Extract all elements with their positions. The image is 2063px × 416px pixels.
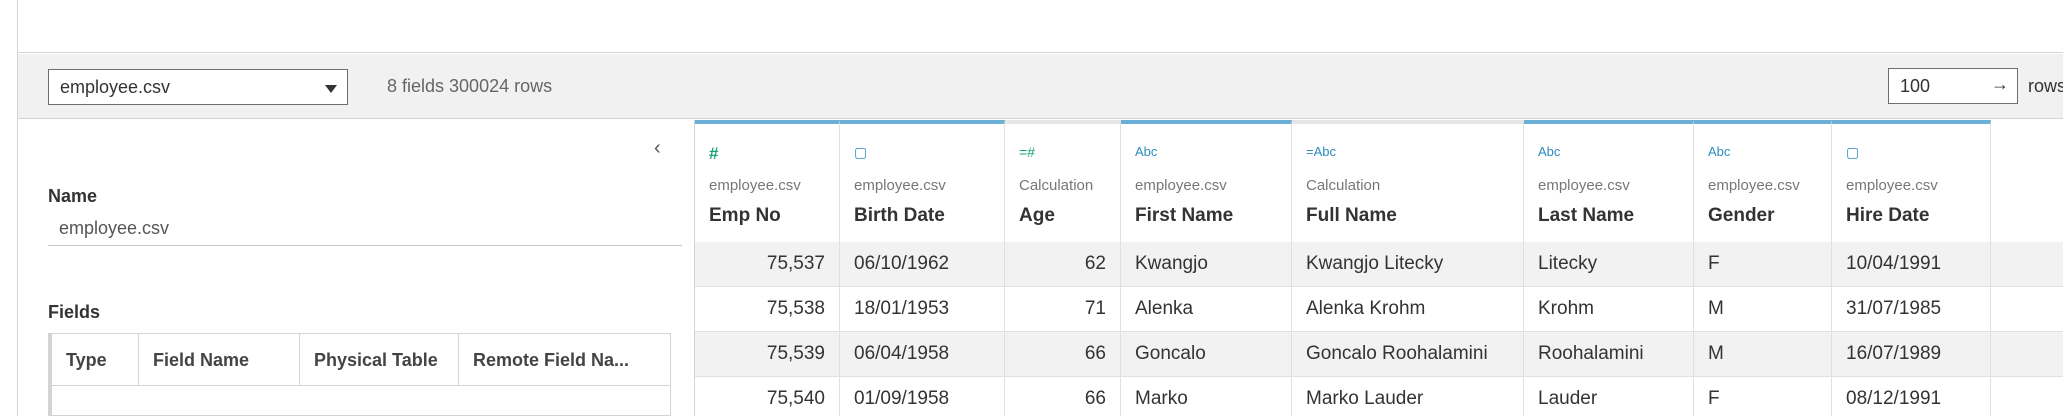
table-cell[interactable]: Kwangjo Litecky xyxy=(1292,242,1524,287)
column-source: employee.csv xyxy=(1538,177,1630,194)
column-source: employee.csv xyxy=(709,177,801,194)
row-filler xyxy=(1991,377,2063,416)
data-grid: # employee.csv Emp No ▢ employee.csv Birth Da… xyxy=(695,120,2063,416)
table-cell[interactable]: 08/12/1991 xyxy=(1832,377,1991,416)
column-source: Calculation xyxy=(1019,177,1094,194)
fields-table: Type Field Name Physical Table Remote Fi… xyxy=(48,333,671,416)
table-cell[interactable]: 01/09/1958 xyxy=(840,377,1005,416)
column-header-hire-date[interactable]: ▢ employee.csv Hire Date xyxy=(1832,120,1991,242)
string-icon[interactable]: Abc xyxy=(1538,144,1560,162)
table-row: 75,540 01/09/1958 66 Marko Marko Lauder Laude… xyxy=(695,377,2063,416)
fields-col-physical-table[interactable]: Physical Table xyxy=(300,334,459,385)
table-cell[interactable]: Goncalo xyxy=(1121,332,1292,377)
table-cell[interactable]: 75,537 xyxy=(695,242,840,287)
table-cell[interactable]: M xyxy=(1694,332,1832,377)
metadata-panel: ‹ Name employee.csv Fields Type Field Na… xyxy=(18,120,695,416)
data-grid-header: # employee.csv Emp No ▢ employee.csv Birth Da… xyxy=(695,120,1991,242)
arrow-right-icon[interactable]: → xyxy=(1991,74,2009,95)
table-cell[interactable]: F xyxy=(1694,377,1832,416)
table-cell[interactable]: 75,540 xyxy=(695,377,840,416)
table-cell[interactable]: M xyxy=(1694,287,1832,332)
row-filler xyxy=(1991,242,2063,287)
fields-table-header: Type Field Name Physical Table Remote Fi… xyxy=(52,334,670,386)
table-cell[interactable]: 18/01/1953 xyxy=(840,287,1005,332)
data-source-toolbar: employee.csv 8 fields 300024 rows 100 → … xyxy=(18,54,2063,119)
fields-rows-summary: 8 fields 300024 rows xyxy=(387,76,553,96)
table-cell[interactable]: Litecky xyxy=(1524,242,1694,287)
column-header-full-name[interactable]: =Abc Calculation Full Name xyxy=(1292,120,1524,242)
name-field[interactable]: employee.csv xyxy=(48,214,682,246)
calculated-string-icon[interactable]: =Abc xyxy=(1306,144,1336,162)
column-name[interactable]: Hire Date xyxy=(1846,205,1929,227)
table-cell[interactable]: 62 xyxy=(1005,242,1121,287)
data-source-select[interactable]: employee.csv xyxy=(48,69,348,105)
fields-col-remote-field-name[interactable]: Remote Field Na... xyxy=(459,334,659,385)
caret-down-icon xyxy=(325,85,337,93)
column-name[interactable]: Full Name xyxy=(1306,205,1397,227)
column-header-gender[interactable]: Abc employee.csv Gender xyxy=(1694,120,1832,242)
column-header-birth-date[interactable]: ▢ employee.csv Birth Date xyxy=(840,120,1005,242)
column-name[interactable]: Last Name xyxy=(1538,205,1634,227)
table-cell[interactable]: 16/07/1989 xyxy=(1832,332,1991,377)
collapse-panel-icon[interactable]: ‹ xyxy=(654,137,661,160)
table-cell[interactable]: 71 xyxy=(1005,287,1121,332)
table-cell[interactable]: Goncalo Roohalamini xyxy=(1292,332,1524,377)
column-name[interactable]: Emp No xyxy=(709,205,781,227)
table-cell[interactable]: 66 xyxy=(1005,377,1121,416)
table-cell[interactable]: Alenka xyxy=(1121,287,1292,332)
column-name[interactable]: Gender xyxy=(1708,205,1775,227)
fields-label: Fields xyxy=(48,302,101,322)
table-cell[interactable]: 75,538 xyxy=(695,287,840,332)
column-name[interactable]: Birth Date xyxy=(854,205,945,227)
row-filler xyxy=(1991,287,2063,332)
row-filler xyxy=(1991,332,2063,377)
table-cell[interactable]: Roohalamini xyxy=(1524,332,1694,377)
string-icon[interactable]: Abc xyxy=(1708,144,1730,162)
date-icon[interactable]: ▢ xyxy=(854,144,867,162)
top-area xyxy=(18,0,2063,53)
column-header-last-name[interactable]: Abc employee.csv Last Name xyxy=(1524,120,1694,242)
fields-col-field-name[interactable]: Field Name xyxy=(139,334,300,385)
table-cell[interactable]: 31/07/1985 xyxy=(1832,287,1991,332)
column-name[interactable]: Age xyxy=(1019,205,1055,227)
table-cell[interactable]: Alenka Krohm xyxy=(1292,287,1524,332)
table-row: 75,538 18/01/1953 71 Alenka Alenka Krohm Kroh… xyxy=(695,287,2063,332)
table-cell[interactable]: 75,539 xyxy=(695,332,840,377)
column-header-first-name[interactable]: Abc employee.csv First Name xyxy=(1121,120,1292,242)
column-source: employee.csv xyxy=(1135,177,1227,194)
number-icon[interactable]: # xyxy=(709,144,718,163)
column-source: employee.csv xyxy=(854,177,946,194)
rows-count-value: 100 xyxy=(1900,76,1931,96)
column-source: employee.csv xyxy=(1846,177,1938,194)
column-header-age[interactable]: =# Calculation Age xyxy=(1005,120,1121,242)
data-source-select-value: employee.csv xyxy=(60,77,171,97)
table-cell[interactable]: Kwangjo xyxy=(1121,242,1292,287)
calculated-number-icon[interactable]: =# xyxy=(1019,144,1035,162)
table-cell[interactable]: 06/10/1962 xyxy=(840,242,1005,287)
name-label: Name xyxy=(48,186,98,206)
table-cell[interactable]: Marko Lauder xyxy=(1292,377,1524,416)
table-cell[interactable]: Lauder xyxy=(1524,377,1694,416)
string-icon[interactable]: Abc xyxy=(1135,144,1157,162)
fields-col-type[interactable]: Type xyxy=(52,334,139,385)
table-cell[interactable]: 66 xyxy=(1005,332,1121,377)
column-source: employee.csv xyxy=(1708,177,1800,194)
rows-label: rows xyxy=(2027,76,2063,96)
table-cell[interactable]: Krohm xyxy=(1524,287,1694,332)
table-row: 75,537 06/10/1962 62 Kwangjo Kwangjo Litecky… xyxy=(695,242,2063,287)
column-name[interactable]: First Name xyxy=(1135,205,1233,227)
column-source: Calculation xyxy=(1306,177,1381,194)
table-row: 75,539 06/04/1958 66 Goncalo Goncalo Roohala… xyxy=(695,332,2063,377)
table-cell[interactable]: 10/04/1991 xyxy=(1832,242,1991,287)
rows-count-input[interactable]: 100 → xyxy=(1888,68,2018,104)
date-icon[interactable]: ▢ xyxy=(1846,144,1859,162)
left-strip xyxy=(0,0,18,416)
table-cell[interactable]: Marko xyxy=(1121,377,1292,416)
table-cell[interactable]: F xyxy=(1694,242,1832,287)
table-cell[interactable]: 06/04/1958 xyxy=(840,332,1005,377)
column-header-emp-no[interactable]: # employee.csv Emp No xyxy=(695,120,840,242)
